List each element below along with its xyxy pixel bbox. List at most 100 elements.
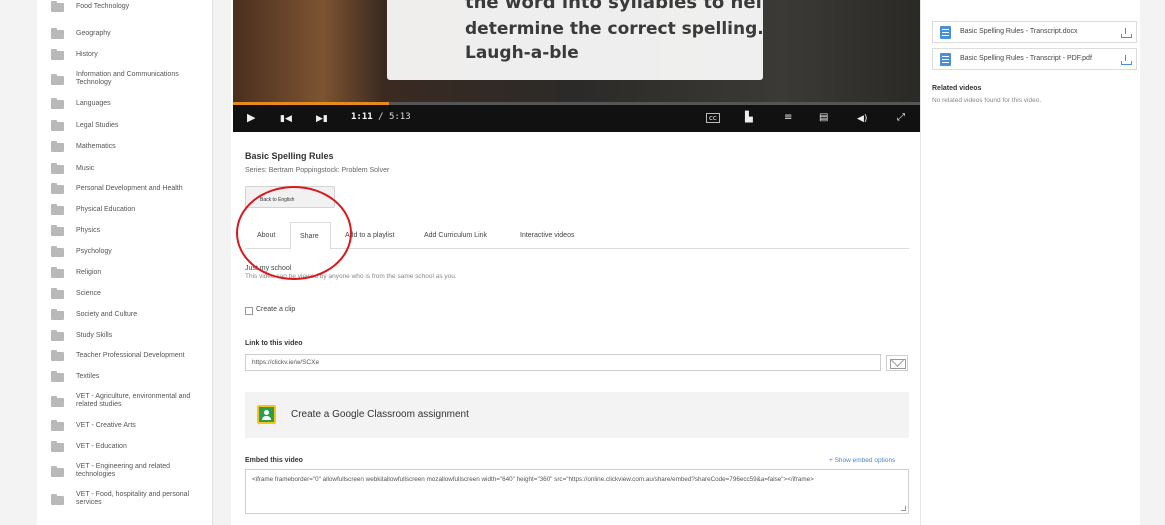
sidebar-item-label: VET - Engineering and related technologi… — [76, 463, 171, 478]
category-sidebar: Food Technology Geography History Inform… — [37, 0, 213, 525]
transcript-icon[interactable]: ▙ — [745, 111, 753, 125]
sidebar-item-physics[interactable]: Physics — [37, 225, 212, 237]
sidebar-item-vet-engineering[interactable]: VET - Engineering and related technologi… — [37, 461, 212, 481]
sidebar-item-label: VET - Food, hospitality and personal ser… — [76, 491, 190, 506]
sidebar-item-label: VET - Agriculture, environmental and rel… — [76, 393, 191, 408]
show-embed-options-link[interactable]: + Show embed options — [829, 457, 895, 464]
annotation-circle — [236, 186, 352, 280]
google-classroom-label: Create a Google Classroom assignment — [291, 409, 469, 420]
sidebar-item-history[interactable]: History — [37, 49, 212, 61]
sidebar-item-geography[interactable]: Geography — [37, 28, 212, 40]
tab-interactive-videos[interactable]: Interactive videos — [520, 222, 574, 249]
sidebar-item-languages[interactable]: Languages — [37, 98, 212, 110]
sidebar-item-vet-education[interactable]: VET - Education — [37, 441, 212, 453]
series-label: Series: Bertram Poppingstock: Problem So… — [245, 167, 390, 174]
sidebar-item-mathematics[interactable]: Mathematics — [37, 141, 212, 153]
sidebar-item-label: Textiles — [76, 373, 100, 380]
video-title: Basic Spelling Rules — [245, 151, 334, 161]
previous-icon[interactable]: ▮◀ — [280, 112, 292, 126]
video-time: 1:11 / 5:13 — [351, 112, 411, 122]
sidebar-item-food-technology[interactable]: Food Technology — [37, 1, 212, 12]
sidebar-item-label: Music — [76, 165, 95, 172]
total-time: / 5:13 — [378, 112, 411, 122]
folder-icon — [51, 330, 64, 341]
folder-icon — [51, 267, 64, 278]
folder-icon — [51, 225, 64, 236]
captions-icon[interactable]: cc — [706, 113, 720, 123]
sidebar-item-label: Geography — [76, 30, 111, 37]
sidebar-item-physical-education[interactable]: Physical Education — [37, 204, 212, 216]
tab-add-to-playlist[interactable]: Add to a playlist — [345, 222, 394, 249]
sidebar-item-science[interactable]: Science — [37, 288, 212, 300]
play-icon[interactable]: ▶ — [247, 111, 255, 125]
sidebar-item-music[interactable]: Music — [37, 163, 212, 175]
google-classroom-button[interactable]: Create a Google Classroom assignment — [245, 392, 909, 438]
related-videos-heading: Related videos — [932, 85, 982, 92]
sidebar-item-label: Religion — [76, 269, 102, 276]
folder-icon — [51, 466, 64, 477]
video-controls: ▶ ▮◀ ▶▮ 1:11 / 5:13 cc ▙ ≡ ▤ ◀) ⤢ — [233, 105, 920, 132]
create-clip-checkbox[interactable] — [245, 307, 253, 315]
sidebar-item-label: Food Technology — [76, 3, 130, 10]
share-link-field[interactable]: https://clickv.ie/w/SCXe — [245, 354, 881, 371]
sidebar-item-vet-food-hospitality[interactable]: VET - Food, hospitality and personal ser… — [37, 489, 212, 509]
file-name: Basic Spelling Rules - Transcript - PDF.… — [960, 55, 1092, 62]
right-panel: Basic Spelling Rules - Transcript.docx B… — [920, 0, 1140, 525]
folder-icon — [51, 204, 64, 215]
folder-icon — [51, 28, 64, 39]
folder-icon — [51, 141, 64, 152]
sidebar-item-textiles[interactable]: Textiles — [37, 371, 212, 383]
folder-icon — [51, 371, 64, 382]
sidebar-item-label: Physics — [76, 227, 101, 234]
tab-add-curriculum-link[interactable]: Add Curriculum Link — [424, 222, 487, 249]
folder-icon — [51, 183, 64, 194]
folder-icon — [51, 396, 64, 407]
sidebar-item-legal-studies[interactable]: Legal Studies — [37, 120, 212, 132]
document-icon — [940, 26, 951, 39]
embed-code-text: <iframe frameborder="0" allowfullscreen … — [252, 476, 814, 483]
sidebar-item-label: Physical Education — [76, 206, 136, 213]
sidebar-item-label: Teacher Professional Development — [76, 352, 185, 359]
current-time: 1:11 — [351, 112, 373, 122]
folder-icon — [51, 441, 64, 452]
next-icon[interactable]: ▶▮ — [316, 112, 328, 126]
folder-icon — [51, 163, 64, 174]
folder-icon — [51, 494, 64, 505]
transcript-docx-download[interactable]: Basic Spelling Rules - Transcript.docx — [932, 21, 1137, 43]
notes-icon[interactable]: ▤ — [819, 111, 828, 125]
sidebar-item-study-skills[interactable]: Study Skills — [37, 330, 212, 342]
sidebar-item-religion[interactable]: Religion — [37, 267, 212, 279]
sidebar-item-label: Personal Development and Health — [76, 185, 183, 192]
sidebar-item-ict[interactable]: Information and Communications Technolog… — [37, 69, 212, 89]
embed-label: Embed this video — [245, 457, 303, 464]
resize-handle-icon[interactable] — [901, 506, 906, 511]
sidebar-item-teacher-pd[interactable]: Teacher Professional Development — [37, 350, 212, 362]
sidebar-item-pdhpe[interactable]: Personal Development and Health — [37, 183, 212, 195]
folder-icon — [51, 420, 64, 431]
sidebar-item-psychology[interactable]: Psychology — [37, 246, 212, 258]
folder-icon — [51, 49, 64, 60]
download-icon[interactable] — [1121, 28, 1132, 38]
email-icon[interactable] — [886, 355, 908, 371]
sidebar-item-label: Science — [76, 290, 101, 297]
sidebar-item-society-and-culture[interactable]: Society and Culture — [37, 309, 212, 321]
folder-icon — [51, 288, 64, 299]
volume-icon[interactable]: ◀) — [857, 112, 867, 126]
video-player[interactable]: the word into syllables to help determin… — [233, 0, 920, 132]
sidebar-item-vet-creative-arts[interactable]: VET - Creative Arts — [37, 420, 212, 432]
sidebar-item-label: History — [76, 51, 98, 58]
create-clip-label[interactable]: Create a clip — [256, 306, 295, 313]
embed-code-field[interactable]: <iframe frameborder="0" allowfullscreen … — [245, 469, 909, 514]
download-icon[interactable] — [1121, 55, 1132, 65]
sidebar-item-label: Study Skills — [76, 332, 113, 339]
folder-icon — [51, 246, 64, 257]
transcript-pdf-download[interactable]: Basic Spelling Rules - Transcript - PDF.… — [932, 48, 1137, 70]
document-icon — [940, 53, 951, 66]
folder-icon — [51, 1, 64, 12]
sidebar-item-vet-agriculture[interactable]: VET - Agriculture, environmental and rel… — [37, 391, 212, 411]
fullscreen-icon[interactable]: ⤢ — [897, 111, 905, 125]
folder-icon — [51, 350, 64, 361]
chapters-icon[interactable]: ≡ — [784, 111, 792, 125]
sidebar-item-label: Languages — [76, 100, 111, 107]
sidebar-item-label: Legal Studies — [76, 122, 119, 129]
